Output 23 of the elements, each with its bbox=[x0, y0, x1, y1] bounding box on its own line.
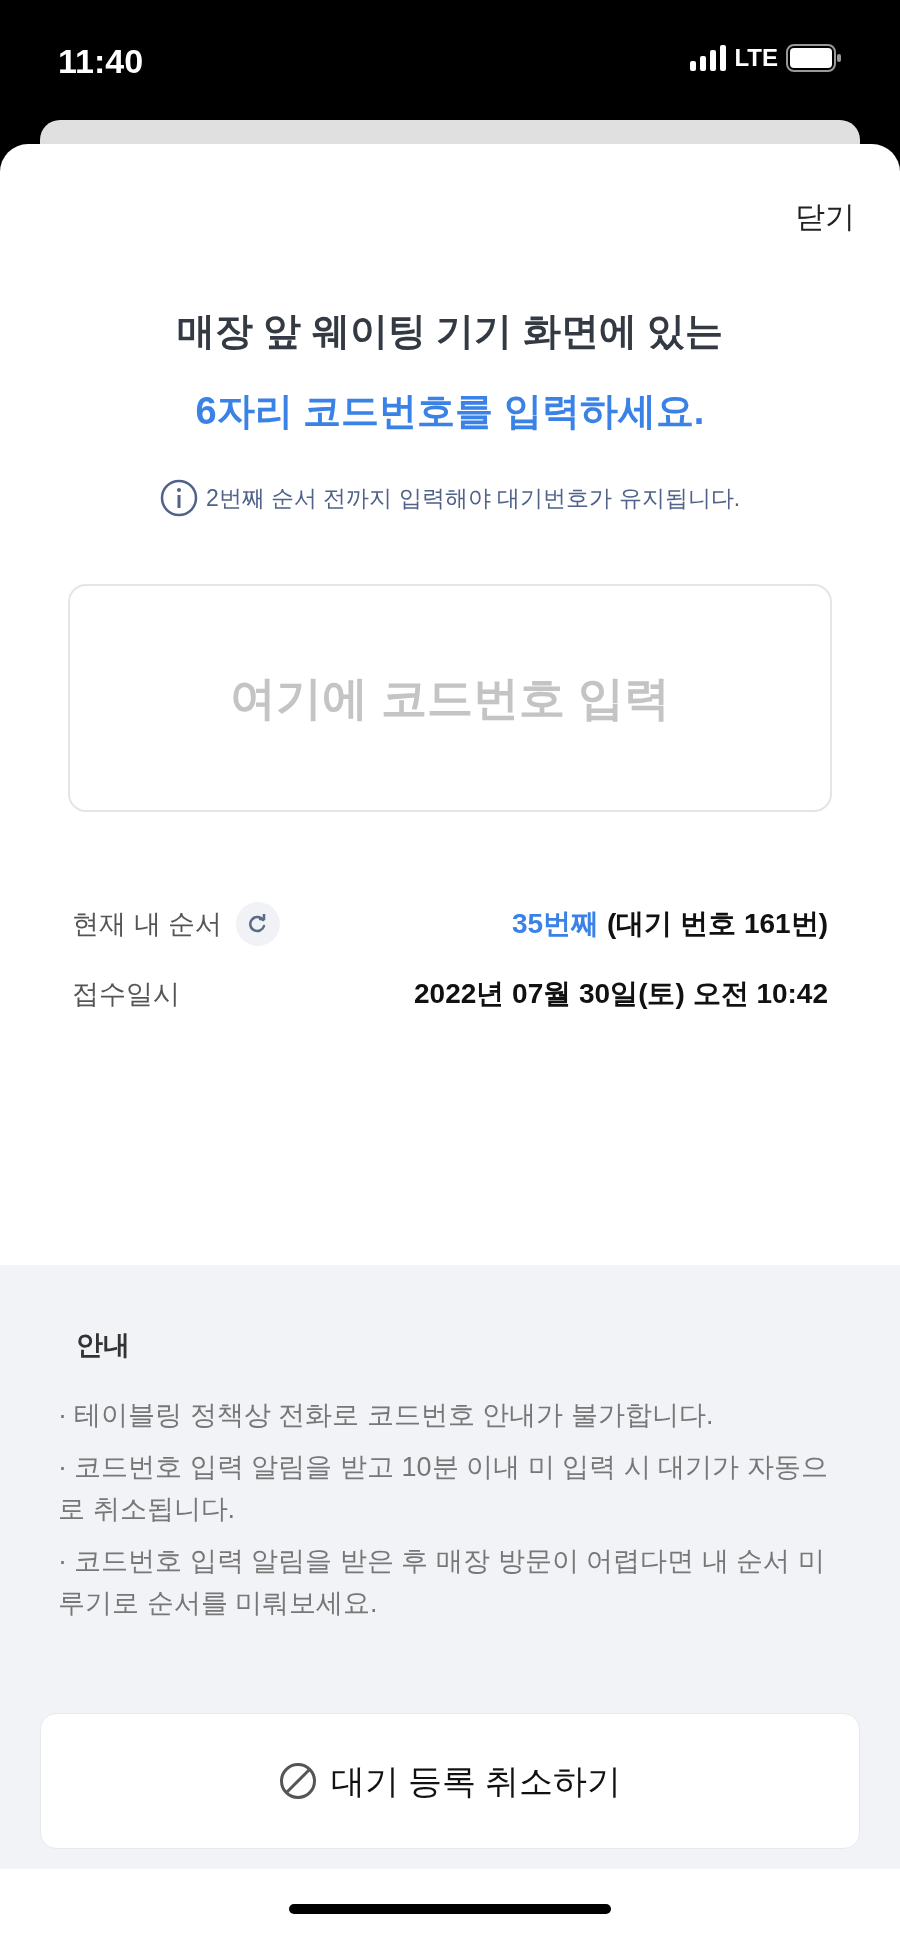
order-rank: 35번째 bbox=[511, 907, 600, 941]
info-text: 2번째 순서 전까지 입력해야 대기번호가 유지됩니다. bbox=[205, 483, 741, 513]
row-value: (대기 번호 161번) bbox=[607, 907, 828, 941]
row-label: 현재 내 순서 bbox=[72, 907, 222, 941]
title-line: 매장 앞 웨이팅 기기 화면에 있는 bbox=[176, 309, 724, 354]
title-line: 6자리 코드번호를 입력하세요. bbox=[195, 389, 705, 434]
refresh-button[interactable] bbox=[236, 902, 280, 946]
row-label: 접수일시 bbox=[72, 977, 180, 1011]
prohibited-icon bbox=[278, 1762, 317, 1800]
info-icon bbox=[159, 479, 198, 517]
status-time: 11:40 bbox=[58, 44, 144, 78]
notice-text: · 코드번호 입력 알림을 받고 10분 이내 미 입력 시 대기가 자동으로 취소됩니다. bbox=[58, 1450, 829, 1526]
code-input-field[interactable]: 여기에 코드번호 입력 bbox=[68, 584, 832, 812]
notice-text: · 테이블링 정책상 전화로 코드번호 안내가 불가합니다. bbox=[58, 1398, 715, 1432]
row-value: 2022년 07월 30일(토) 오전 10:42 bbox=[414, 977, 828, 1011]
battery-icon bbox=[786, 44, 842, 72]
network-label: LTE bbox=[734, 46, 778, 70]
notice-title: 안내 bbox=[76, 1329, 131, 1362]
refresh-icon bbox=[248, 914, 268, 934]
cancel-button[interactable]: 대기 등록 취소하기 bbox=[40, 1713, 860, 1849]
notice-text: · 코드번호 입력 알림을 받은 후 매장 방문이 어렵다면 내 순서 미루기로 순서를 미뤄보세요. bbox=[58, 1544, 826, 1620]
close-button[interactable]: 닫기 bbox=[795, 194, 855, 239]
signal-icon bbox=[690, 45, 727, 71]
